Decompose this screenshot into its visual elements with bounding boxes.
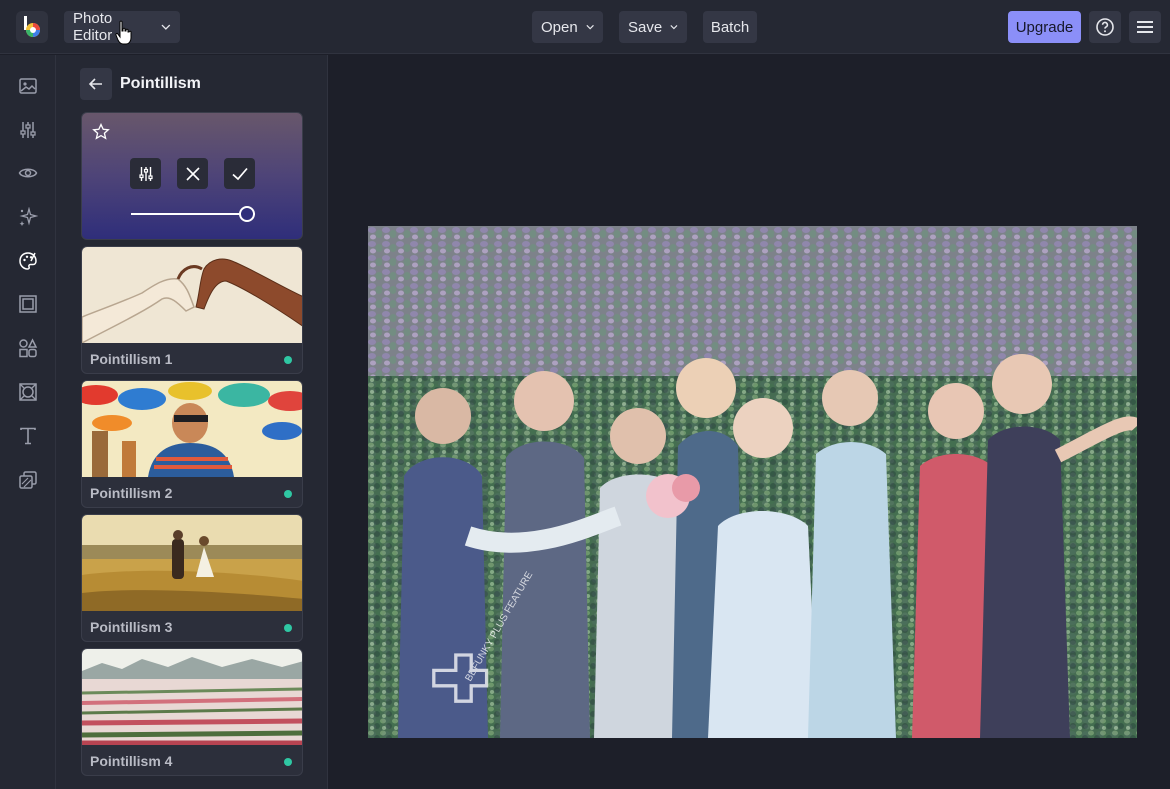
save-dropdown[interactable]: Save [619,11,687,43]
logo-icon [24,16,40,37]
sliders-icon [138,166,153,181]
frame-icon [19,295,37,313]
adjust-settings-button[interactable] [130,158,161,189]
plus-badge [284,490,292,498]
preset-thumbnail [82,515,302,611]
active-preset-card [81,112,303,240]
text-tool[interactable] [16,424,40,448]
save-label: Save [628,18,663,36]
panel-title: Pointillism [120,75,201,92]
plus-badge [284,624,292,632]
image-icon [19,78,37,94]
star-icon[interactable] [92,123,110,141]
sparkles-icon [19,207,38,226]
view-tool[interactable] [16,161,40,185]
layers-tool[interactable] [16,468,40,492]
graphics-tool[interactable] [16,336,40,360]
apply-button[interactable] [224,158,255,189]
eye-icon [18,168,38,178]
close-icon [185,166,200,181]
intensity-slider-handle[interactable] [239,206,255,222]
help-button[interactable] [1089,11,1121,43]
effects-tool[interactable] [16,205,40,229]
plus-badge [284,758,292,766]
shapes-icon [19,338,38,358]
intensity-slider-track[interactable] [131,213,255,215]
chevron-down-icon [161,24,171,30]
overlay-icon [19,383,37,401]
frames-tool[interactable] [16,292,40,316]
hand-cursor-icon [115,20,132,45]
arrow-left-icon [88,78,102,90]
befunky-logo[interactable] [16,11,48,43]
preset-thumbnail [82,381,302,477]
chevron-down-icon [670,25,678,30]
tool-rail [0,55,56,789]
preset-card-pointillism-1[interactable]: Pointillism 1 [81,246,303,374]
batch-label: Batch [710,18,750,36]
open-label: Open [541,18,578,36]
top-bar: Photo Editor Open Save Batch Upgrade [0,0,1170,54]
batch-button[interactable]: Batch [703,11,757,43]
text-icon [20,427,36,445]
editor-canvas[interactable]: BEFUNKY PLUS FEATURE [329,55,1170,789]
preset-label: Pointillism 4 [90,753,173,769]
upgrade-button[interactable]: Upgrade [1008,11,1081,43]
preset-thumbnail [82,649,302,745]
back-button[interactable] [80,68,112,100]
preset-card-pointillism-3[interactable]: Pointillism 3 [81,514,303,642]
upgrade-label: Upgrade [1015,18,1074,36]
effect-panel: Pointillism Pointillism 1 Pointillism 2 … [56,55,328,789]
preset-label: Pointillism 2 [90,485,173,501]
chevron-down-icon [586,24,594,30]
open-dropdown[interactable]: Open [532,11,603,43]
preset-thumbnail [82,247,302,343]
main-menu-button[interactable] [1129,11,1161,43]
artsy-tool[interactable] [16,249,40,273]
edited-photo[interactable]: BEFUNKY PLUS FEATURE [368,226,1137,738]
preset-card-pointillism-2[interactable]: Pointillism 2 [81,380,303,508]
help-icon [1096,18,1114,36]
plus-badge [284,356,292,364]
layers-icon [19,471,37,489]
preset-label: Pointillism 1 [90,351,173,367]
image-tool[interactable] [16,74,40,98]
sliders-icon [20,122,36,138]
adjust-tool[interactable] [16,118,40,142]
checkmark-icon [231,167,248,180]
preset-card-pointillism-4[interactable]: Pointillism 4 [81,648,303,776]
preset-label: Pointillism 3 [90,619,173,635]
cancel-button[interactable] [177,158,208,189]
overlays-tool[interactable] [16,380,40,404]
palette-icon [19,252,37,270]
hamburger-icon [1137,21,1153,33]
